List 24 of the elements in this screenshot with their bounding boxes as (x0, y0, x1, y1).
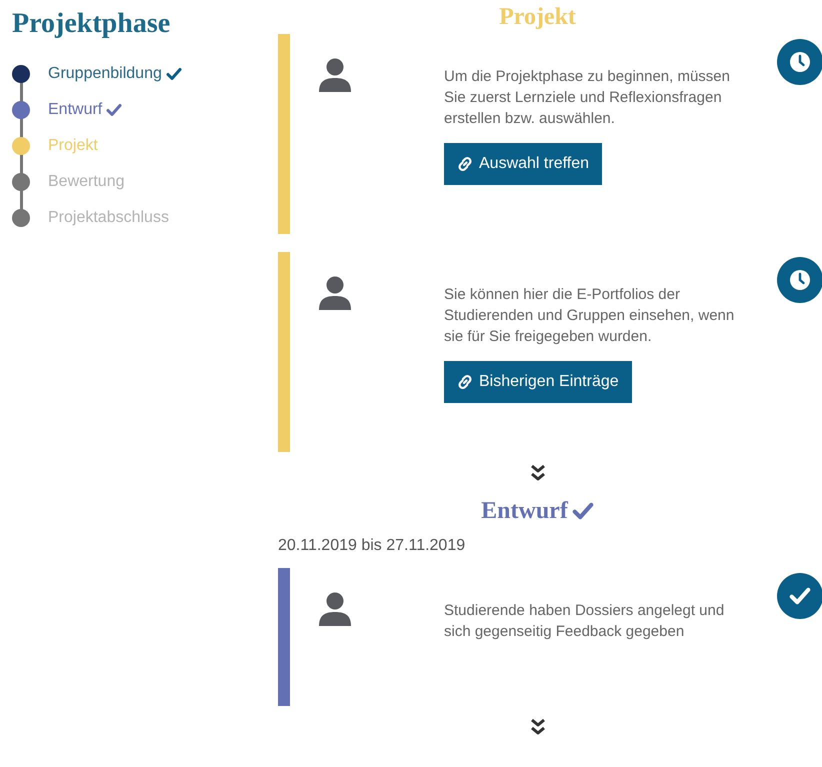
step-label[interactable]: Gruppenbildung (48, 62, 162, 86)
link-button[interactable]: Bisherigen Einträge (444, 361, 632, 403)
check-icon (106, 102, 122, 118)
person-icon (318, 58, 352, 94)
link-icon (457, 374, 473, 390)
link-button[interactable]: Auswahl treffen (444, 143, 602, 185)
section-title: Entwurf (481, 497, 568, 526)
person-icon (318, 276, 352, 312)
step-label[interactable]: Entwurf (48, 98, 102, 122)
section-title: Projekt (499, 3, 576, 32)
clock-icon (789, 269, 811, 291)
double-chevron-down-icon (530, 464, 546, 482)
check-icon (572, 500, 594, 522)
card-text: Um die Projektphase zu beginnen, müssen Sie zuerst Lernziele und Reflexionsfragen erstellen bzw. auswählen. (444, 67, 731, 129)
card-text: Studierende haben Dossiers angelegt und sich gegenseitig Feedback gegeben (444, 601, 726, 642)
clock-icon (789, 51, 811, 73)
link-icon (457, 156, 473, 172)
double-chevron-down-icon (530, 718, 546, 736)
check-icon (166, 66, 182, 82)
sidebar-title: Projektphase (12, 8, 172, 40)
check-icon (789, 585, 811, 607)
date-range: 20.11.2019 bis 27.11.2019 (278, 536, 466, 556)
card-text: Sie können hier die E-Portfolios der Studierenden und Gruppen einsehen, wenn sie für Sie freigegeben wurden. (444, 285, 736, 347)
person-icon (318, 592, 352, 628)
